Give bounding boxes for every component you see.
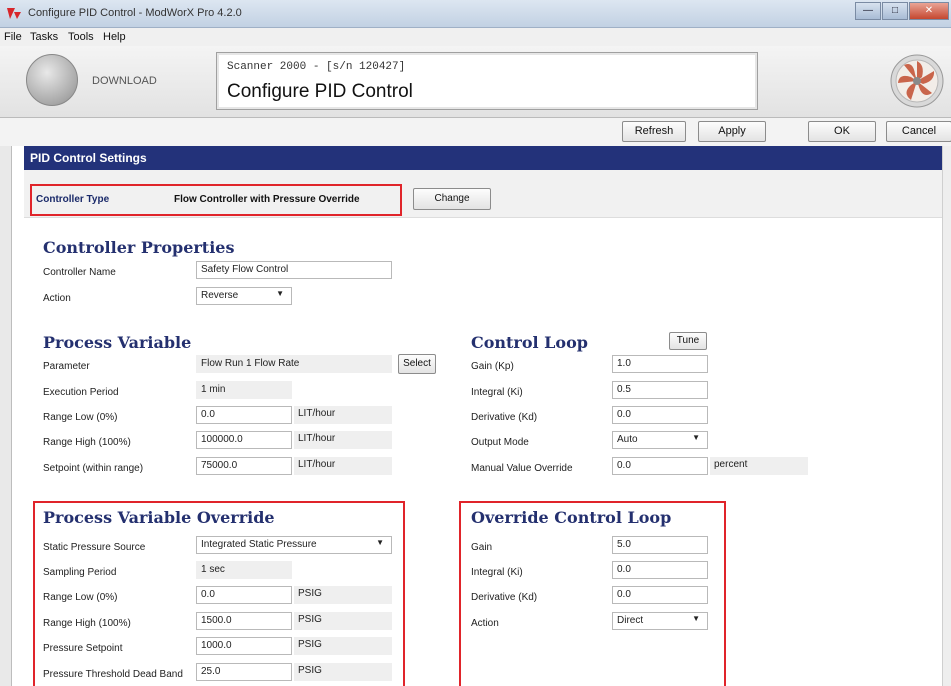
override-action-value: Direct (617, 615, 644, 626)
pressure-source-select[interactable]: Integrated Static Pressure ▼ (196, 536, 392, 554)
controller-name-label: Controller Name (43, 267, 116, 278)
tune-button[interactable]: Tune (669, 332, 707, 350)
range-low-label: Range Low (0%) (43, 412, 118, 423)
vertical-scrollbar[interactable] (942, 146, 951, 686)
ok-button[interactable]: OK (808, 121, 876, 142)
range-high-label: Range High (100%) (43, 437, 131, 448)
apply-button[interactable]: Apply (698, 121, 766, 142)
left-frame (0, 146, 12, 686)
control-loop-heading: Control Loop (471, 333, 588, 352)
output-mode-value: Auto (617, 434, 638, 445)
controller-type-value: Flow Controller with Pressure Override (174, 194, 360, 205)
integral-ki-label: Integral (Ki) (471, 387, 523, 398)
manual-override-unit: percent (710, 457, 808, 475)
controller-type-label: Controller Type (36, 194, 110, 205)
page-title: Configure PID Control (227, 81, 413, 102)
dead-band-label: Pressure Threshold Dead Band (43, 669, 183, 680)
minimize-button[interactable]: — (855, 2, 881, 20)
override-range-low-unit: PSIG (294, 586, 392, 604)
controller-name-input[interactable]: Safety Flow Control (196, 261, 392, 279)
setpoint-unit: LIT/hour (294, 457, 392, 475)
change-button[interactable]: Change (413, 188, 491, 210)
override-integral-label: Integral (Ki) (471, 567, 523, 578)
override-range-high-input[interactable]: 1500.0 (196, 612, 292, 630)
derivative-kd-input[interactable]: 0.0 (612, 406, 708, 424)
setpoint-input[interactable]: 75000.0 (196, 457, 292, 475)
app-logo-icon (7, 8, 21, 19)
sampling-period-label: Sampling Period (43, 567, 117, 578)
pressure-setpoint-label: Pressure Setpoint (43, 643, 123, 654)
action-select-value: Reverse (201, 290, 239, 301)
setpoint-label: Setpoint (within range) (43, 463, 144, 474)
close-button[interactable]: ✕ (909, 2, 949, 20)
override-derivative-label: Derivative (Kd) (471, 592, 538, 603)
maximize-button[interactable]: □ (882, 2, 908, 20)
action-label: Action (43, 293, 71, 304)
menu-tasks[interactable]: Tasks (30, 31, 58, 43)
override-gain-input[interactable]: 5.0 (612, 536, 708, 554)
fan-logo-icon (890, 54, 944, 108)
window-titlebar: Configure PID Control - ModWorX Pro 4.2.… (0, 0, 951, 28)
action-select[interactable]: Reverse ▼ (196, 287, 292, 305)
integral-ki-input[interactable]: 0.5 (612, 381, 708, 399)
menu-bar: File Tasks Tools Help (0, 28, 951, 46)
execution-period-label: Execution Period (43, 387, 119, 398)
chevron-down-icon: ▼ (692, 614, 700, 623)
menu-tools[interactable]: Tools (68, 31, 94, 43)
derivative-kd-label: Derivative (Kd) (471, 412, 538, 423)
gain-kp-input[interactable]: 1.0 (612, 355, 708, 373)
pv-override-heading: Process Variable Override (43, 508, 275, 527)
sampling-period-value: 1 sec (196, 561, 292, 579)
override-derivative-input[interactable]: 0.0 (612, 586, 708, 604)
menu-file[interactable]: File (4, 31, 22, 43)
pressure-source-label: Static Pressure Source (43, 542, 146, 553)
header-panel: DOWNLOAD Scanner 2000 - [s/n 120427] Con… (0, 46, 951, 118)
menu-help[interactable]: Help (103, 31, 126, 43)
manual-override-label: Manual Value Override (471, 463, 573, 474)
execution-period-value: 1 min (196, 381, 292, 399)
select-button[interactable]: Select (398, 354, 436, 374)
refresh-button[interactable]: Refresh (622, 121, 686, 142)
parameter-value: Flow Run 1 Flow Rate (196, 355, 392, 373)
override-integral-input[interactable]: 0.0 (612, 561, 708, 579)
output-mode-select[interactable]: Auto ▼ (612, 431, 708, 449)
settings-content: PID Control Settings Controller Type Flo… (12, 146, 942, 686)
download-button[interactable] (26, 54, 78, 106)
title-panel: Scanner 2000 - [s/n 120427] Configure PI… (216, 52, 758, 110)
window-controls: — □ ✕ (854, 2, 949, 22)
cancel-button[interactable]: Cancel (886, 121, 951, 142)
range-low-input[interactable]: 0.0 (196, 406, 292, 424)
override-gain-label: Gain (471, 542, 493, 553)
override-range-high-unit: PSIG (294, 612, 392, 630)
section-title: PID Control Settings (24, 146, 942, 170)
range-low-unit: LIT/hour (294, 406, 392, 424)
pressure-setpoint-unit: PSIG (294, 637, 392, 655)
override-range-low-input[interactable]: 0.0 (196, 586, 292, 604)
process-variable-heading: Process Variable (43, 333, 192, 352)
range-high-unit: LIT/hour (294, 431, 392, 449)
chevron-down-icon: ▼ (692, 433, 700, 442)
gain-kp-label: Gain (Kp) (471, 361, 514, 372)
manual-override-input[interactable]: 0.0 (612, 457, 708, 475)
output-mode-label: Output Mode (471, 437, 529, 448)
dead-band-input[interactable]: 25.0 (196, 663, 292, 681)
override-range-low-label: Range Low (0%) (43, 592, 118, 603)
toolbar: Refresh Apply OK Cancel (0, 118, 951, 146)
parameter-label: Parameter (43, 361, 90, 372)
chevron-down-icon: ▼ (376, 538, 384, 547)
override-action-label: Action (471, 618, 499, 629)
window-title: Configure PID Control - ModWorX Pro 4.2.… (28, 7, 242, 19)
download-label[interactable]: DOWNLOAD (92, 75, 157, 87)
range-high-input[interactable]: 100000.0 (196, 431, 292, 449)
dead-band-unit: PSIG (294, 663, 392, 681)
controller-properties-heading: Controller Properties (43, 238, 235, 257)
override-action-select[interactable]: Direct ▼ (612, 612, 708, 630)
override-loop-heading: Override Control Loop (471, 508, 672, 527)
pressure-setpoint-input[interactable]: 1000.0 (196, 637, 292, 655)
pressure-source-value: Integrated Static Pressure (201, 539, 317, 550)
device-info: Scanner 2000 - [s/n 120427] (227, 61, 406, 73)
chevron-down-icon: ▼ (276, 289, 284, 298)
override-range-high-label: Range High (100%) (43, 618, 131, 629)
